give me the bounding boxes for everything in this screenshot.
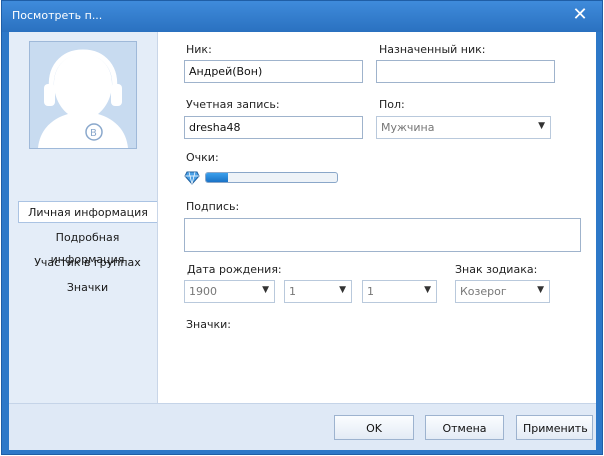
sidebar-item-detailed-info[interactable]: Подробная информация	[18, 227, 157, 266]
zodiac-label: Знак зодиака:	[455, 263, 538, 276]
zodiac-value: Козерог	[460, 285, 507, 298]
birth-day-value: 1	[367, 285, 374, 298]
default-avatar-icon: B	[38, 49, 128, 148]
chevron-down-icon: ▼	[537, 285, 544, 295]
birthdate-label: Дата рождения:	[187, 263, 282, 276]
chevron-down-icon: ▼	[262, 285, 269, 295]
apply-button[interactable]: Применить	[516, 415, 593, 440]
account-field[interactable]	[184, 116, 363, 139]
birth-day-select[interactable]: 1 ▼	[362, 280, 437, 303]
diamond-icon	[184, 171, 200, 185]
birth-year-value: 1900	[189, 285, 217, 298]
sidebar: B Личная информация Подробная информация…	[9, 32, 157, 403]
close-icon[interactable]: ✕	[571, 6, 589, 24]
cancel-button[interactable]: Отмена	[425, 415, 504, 440]
sidebar-item-badges[interactable]: Значки	[18, 277, 157, 299]
nick-field[interactable]	[184, 60, 363, 83]
points-progress-fill	[206, 173, 229, 182]
button-bar: OK Отмена Применить	[9, 403, 596, 450]
ok-button[interactable]: OK	[334, 415, 414, 440]
dialog-body: B Личная информация Подробная информация…	[9, 32, 596, 450]
profile-window: Посмотреть п... ✕ B Личная информация По…	[1, 0, 603, 455]
nick-label: Ник:	[186, 43, 212, 56]
personal-info-panel: Ник: Назначенный ник: Учетная запись: По…	[157, 32, 596, 403]
assigned-nick-label: Назначенный ник:	[379, 43, 486, 56]
birth-month-select[interactable]: 1 ▼	[284, 280, 352, 303]
signature-field[interactable]	[184, 218, 581, 252]
birth-year-select[interactable]: 1900 ▼	[184, 280, 275, 303]
account-label: Учетная запись:	[186, 98, 280, 111]
zodiac-select[interactable]: Козерог ▼	[455, 280, 550, 303]
signature-label: Подпись:	[186, 200, 240, 213]
gender-label: Пол:	[379, 98, 405, 111]
assigned-nick-field[interactable]	[376, 60, 555, 83]
sidebar-item-groups[interactable]: Участик в группах	[18, 252, 157, 274]
gender-select[interactable]: Мужчина ▼	[376, 116, 551, 139]
chevron-down-icon: ▼	[339, 285, 346, 295]
badges-label: Значки:	[186, 318, 231, 331]
chevron-down-icon: ▼	[538, 121, 545, 131]
birth-month-value: 1	[289, 285, 296, 298]
chevron-down-icon: ▼	[424, 285, 431, 295]
points-label: Очки:	[186, 151, 219, 164]
sidebar-item-personal-info[interactable]: Личная информация	[18, 201, 157, 223]
window-title: Посмотреть п...	[12, 9, 103, 22]
points-progress-bar	[205, 172, 338, 183]
svg-text:B: B	[90, 128, 97, 139]
title-bar[interactable]: Посмотреть п... ✕	[2, 1, 602, 32]
avatar: B	[29, 41, 137, 149]
gender-value: Мужчина	[381, 121, 435, 134]
